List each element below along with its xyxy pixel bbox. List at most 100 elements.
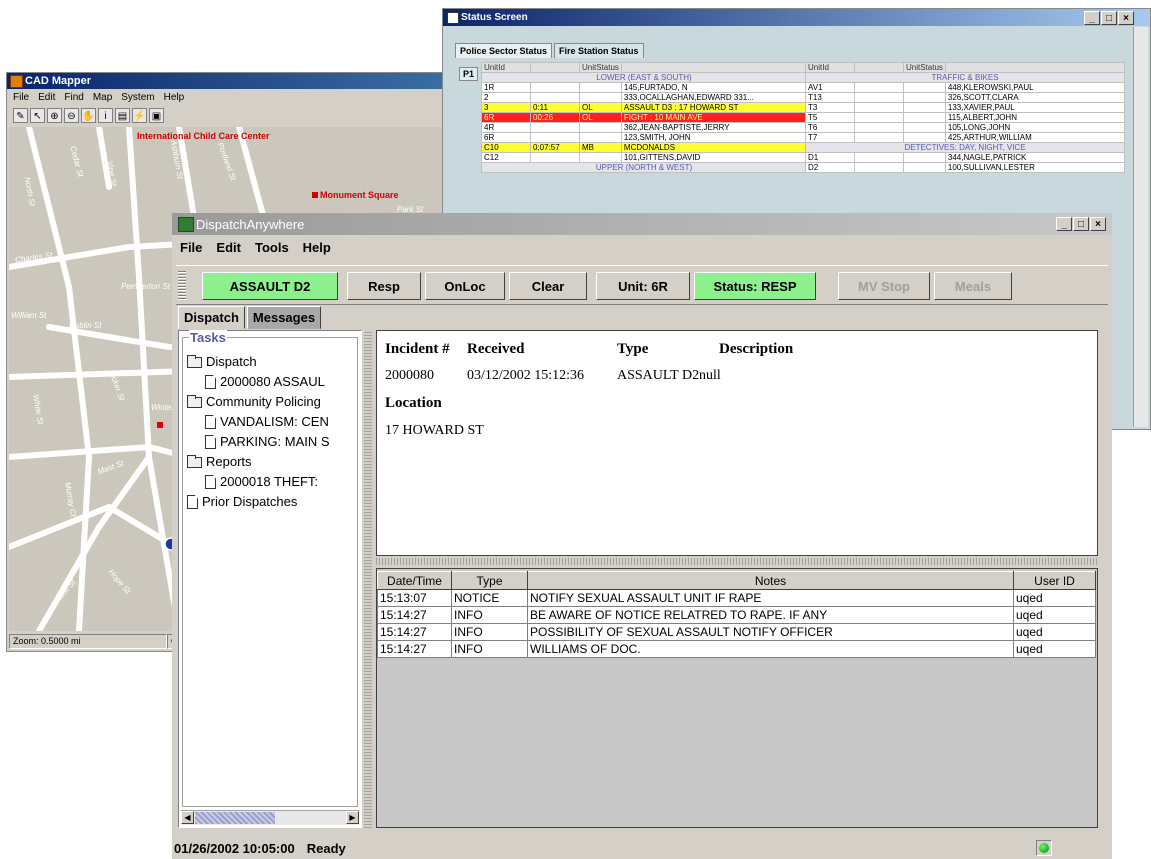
resp-button[interactable]: Resp [347, 272, 421, 300]
menu-tools[interactable]: Tools [255, 240, 289, 255]
right-unit-row[interactable]: T5 115,ALBERT,JOHN [805, 112, 1126, 123]
menu-file[interactable]: File [180, 240, 202, 255]
cad-menu-help[interactable]: Help [164, 92, 185, 103]
notes-row[interactable]: 15:13:07 NOTICE NOTIFY SEXUAL ASSAULT UNIT… [377, 589, 1096, 607]
right-unit-row[interactable]: D1 344,NAGLE,PATRICK [805, 152, 1126, 163]
dispatch-titlebar[interactable]: DispatchAnywhere _ □ × [172, 213, 1112, 235]
left-unit-row[interactable]: C10 0:07:57 MB MCDONALDS [481, 142, 808, 153]
unit-cell: 101,GITTENS,DAVID [620, 152, 808, 163]
map-label-dublin-st: Dublin St [69, 321, 102, 330]
scroll-left-icon[interactable]: ◀ [181, 811, 194, 824]
left-unit-row[interactable]: 1R 145,FURTADO, N [481, 82, 808, 93]
info-icon[interactable]: i [98, 107, 113, 123]
cad-mapper-titlebar[interactable]: CAD Mapper [7, 73, 447, 89]
right-section-row[interactable]: DETECTIVES: DAY, NIGHT, VICE [805, 142, 1125, 153]
minimize-icon[interactable]: _ [1084, 11, 1100, 25]
left-column-header[interactable]: UnitStatus [579, 62, 622, 73]
page-selector[interactable]: P1 [459, 67, 479, 81]
task-tree-item[interactable]: Reports [187, 452, 357, 472]
notes-header-notes[interactable]: Notes [527, 571, 1014, 590]
unit-cell [903, 112, 946, 123]
task-tree-label: VANDALISM: CEN [220, 414, 329, 429]
tab-dispatch[interactable]: Dispatch [178, 306, 245, 329]
menu-help[interactable]: Help [303, 240, 331, 255]
left-unit-row[interactable]: 6R 123,SMITH, JOHN [481, 132, 808, 143]
pointer-icon[interactable]: ↖ [30, 107, 45, 123]
left-column-header[interactable]: UnitId [481, 62, 531, 73]
left-header-row: UnitId UnitStatus [481, 62, 808, 73]
right-section-row[interactable]: TRAFFIC & BIKES [805, 72, 1125, 83]
tasks-horizontal-scrollbar[interactable]: ◀ ▶ [181, 810, 359, 825]
task-tree-item[interactable]: Community Policing [187, 392, 357, 412]
task-tree-item[interactable]: Dispatch [187, 352, 357, 372]
right-unit-row[interactable]: T7 425,ARTHUR,WILLIAM [805, 132, 1126, 143]
unit-cell: OL [579, 102, 622, 113]
notes-row[interactable]: 15:14:27 INFO POSSIBILITY OF SEXUAL ASSAUL… [377, 623, 1096, 641]
maximize-icon[interactable]: □ [1073, 217, 1089, 231]
left-unit-row[interactable]: 2 333,OCALLAGHAN,EDWARD 331... [481, 92, 808, 103]
cad-menu-map[interactable]: Map [93, 92, 112, 103]
pan-hand-icon[interactable]: ✋ [81, 107, 96, 123]
left-column-header[interactable] [620, 62, 808, 73]
tab-police-sector-status[interactable]: Police Sector Status [455, 43, 553, 58]
maximize-icon[interactable]: □ [1101, 11, 1117, 25]
lightning-icon[interactable]: ⚡ [132, 107, 147, 123]
scroll-right-icon[interactable]: ▶ [346, 811, 359, 824]
right-unit-row[interactable]: D2 100,SULLIVAN,LESTER [805, 162, 1126, 173]
zoom-out-icon[interactable]: ⊖ [64, 107, 79, 123]
left-section-row[interactable]: LOWER (EAST & SOUTH) [481, 72, 807, 83]
notes-header-userid[interactable]: User ID [1013, 571, 1096, 590]
tab-messages[interactable]: Messages [246, 306, 322, 329]
task-tree-item[interactable]: Prior Dispatches [187, 492, 357, 512]
right-column-header[interactable]: UnitId [805, 62, 855, 73]
notes-row[interactable]: 15:14:27 INFO BE AWARE OF NOTICE RELATRED … [377, 606, 1096, 624]
right-column-header[interactable]: UnitStatus [903, 62, 946, 73]
right-unit-row[interactable]: T3 133,XAVIER,PAUL [805, 102, 1126, 113]
right-unit-row[interactable]: AV1 448,KLEROWSKI,PAUL [805, 82, 1126, 93]
status-screen-titlebar[interactable]: Status Screen _ □ × [443, 9, 1150, 26]
unit-button[interactable]: Unit: 6R [596, 272, 690, 300]
close-icon[interactable]: × [1118, 11, 1134, 25]
minimize-icon[interactable]: _ [1056, 217, 1072, 231]
left-section-row[interactable]: UPPER (NORTH & WEST) [481, 162, 807, 173]
task-tree-item[interactable]: PARKING: MAIN S [187, 432, 357, 452]
horizontal-splitter[interactable] [376, 558, 1098, 565]
status-vertical-scrollbar[interactable] [1133, 27, 1148, 427]
cad-menu-find[interactable]: Find [64, 92, 83, 103]
meals-button[interactable]: Meals [934, 272, 1012, 300]
right-column-header[interactable] [854, 62, 904, 73]
close-icon[interactable]: × [1090, 217, 1106, 231]
status-button[interactable]: Status: RESP [694, 272, 816, 300]
mv-stop-button[interactable]: MV Stop [838, 272, 930, 300]
menu-edit[interactable]: Edit [216, 240, 241, 255]
task-tree-item[interactable]: VANDALISM: CEN [187, 412, 357, 432]
vertical-splitter[interactable] [364, 330, 372, 828]
right-unit-row[interactable]: T13 326,SCOTT,CLARA [805, 92, 1126, 103]
scroll-thumb[interactable] [195, 812, 275, 824]
notes-row[interactable]: 15:14:27 INFO WILLIAMS OF DOC. uqed [377, 640, 1096, 658]
cad-menu-system[interactable]: System [121, 92, 154, 103]
left-column-header[interactable] [530, 62, 580, 73]
left-unit-row[interactable]: 3 0:11 OL ASSAULT D3 : 17 HOWARD ST [481, 102, 808, 113]
zoom-in-icon[interactable]: ⊕ [47, 107, 62, 123]
unit-cell: C12 [481, 152, 531, 163]
pencil-icon[interactable]: ✎ [13, 107, 28, 123]
toolbar-grip[interactable] [178, 270, 186, 300]
tab-fire-station-status[interactable]: Fire Station Status [554, 43, 644, 58]
notes-header-datetime[interactable]: Date/Time [377, 571, 452, 590]
onloc-button[interactable]: OnLoc [425, 272, 505, 300]
right-unit-row[interactable]: T6 105,LONG,JOHN [805, 122, 1126, 133]
left-unit-row[interactable]: 6R 00:26 OL FIGHT : 10 MAIN AVE [481, 112, 808, 123]
task-tree-item[interactable]: 2000080 ASSAUL [187, 372, 357, 392]
left-unit-row[interactable]: 4R 362,JEAN-BAPTISTE,JERRY [481, 122, 808, 133]
left-unit-row[interactable]: C12 101,GITTENS,DAVID [481, 152, 808, 163]
task-tree-item[interactable]: 2000018 THEFT: [187, 472, 357, 492]
layers-icon[interactable]: ▤ [115, 107, 130, 123]
cad-menu-file[interactable]: File [13, 92, 29, 103]
clear-button[interactable]: Clear [509, 272, 587, 300]
incident-button[interactable]: ASSAULT D2 [202, 272, 338, 300]
cad-menu-edit[interactable]: Edit [38, 92, 55, 103]
notes-header-type[interactable]: Type [451, 571, 528, 590]
print-icon[interactable]: ▣ [149, 107, 164, 123]
right-column-header[interactable] [944, 62, 1126, 73]
